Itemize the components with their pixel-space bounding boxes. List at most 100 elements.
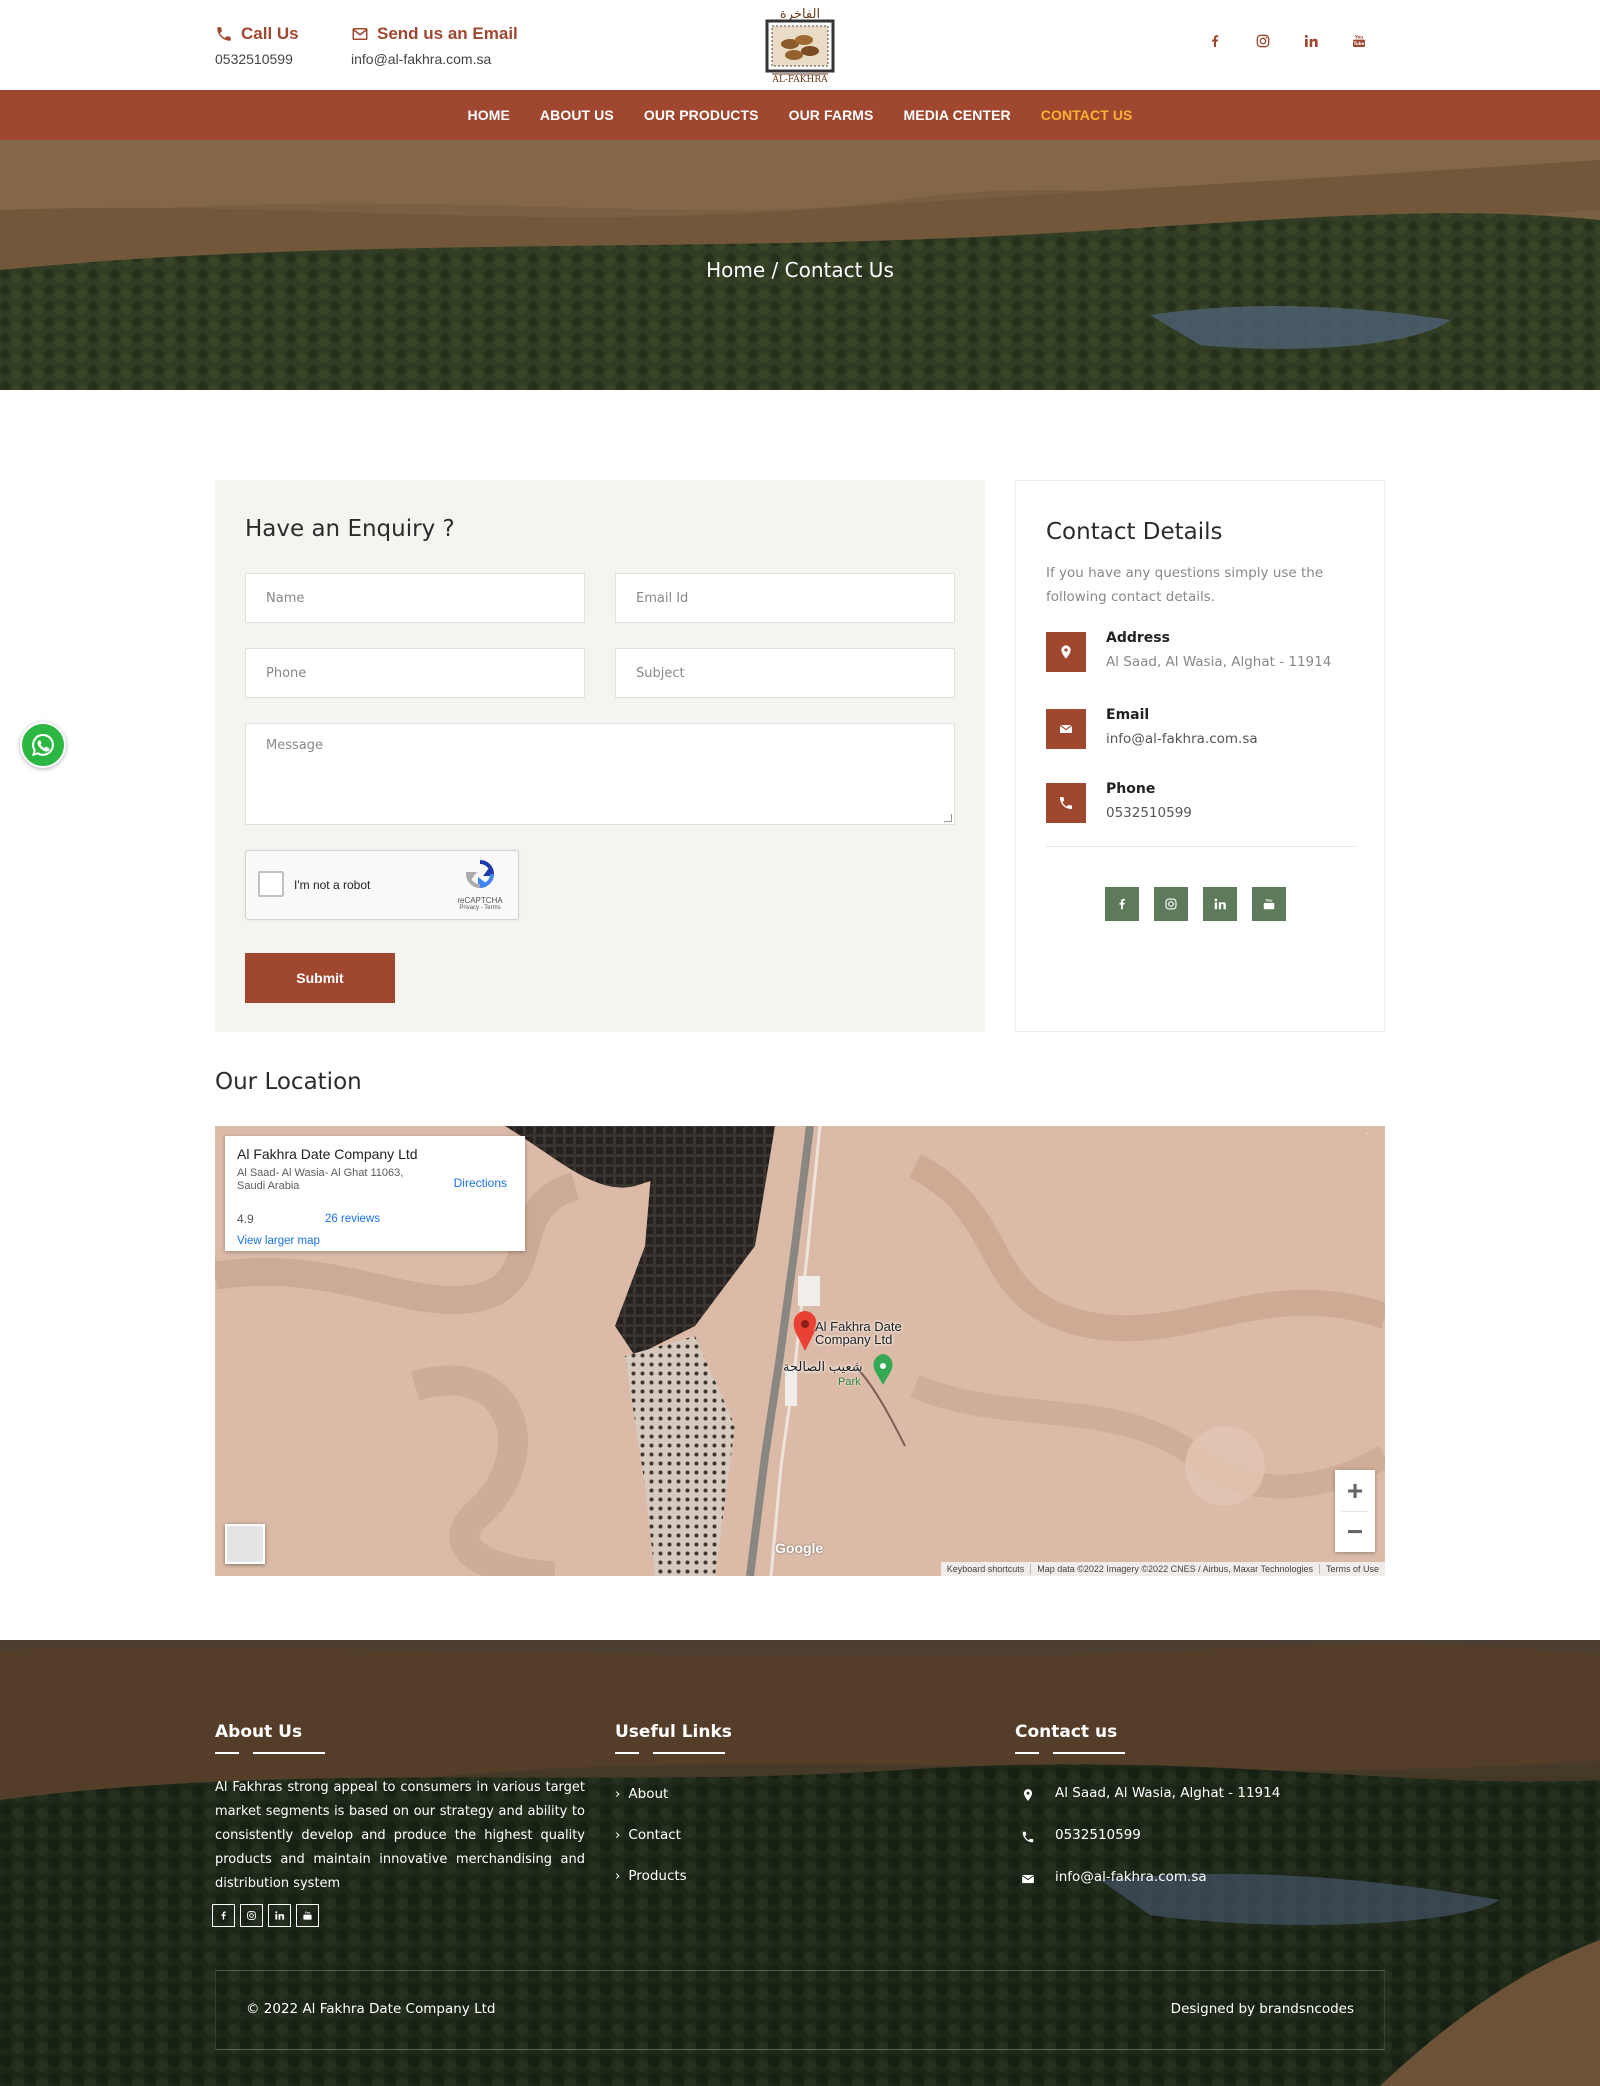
map-attribution: Keyboard shortcuts Map data ©2022 Imager… (940, 1562, 1385, 1576)
nav-our-farms[interactable]: OUR FARMS (789, 107, 874, 123)
place-address: Al Saad- Al Wasia- Al Ghat 11063, Saudi … (237, 1167, 404, 1192)
message-placeholder: Message (266, 738, 323, 753)
directions-link[interactable]: Directions (454, 1176, 507, 1190)
footer-contact: Contact us (1015, 1722, 1125, 1754)
email-value[interactable]: info@al-fakhra.com.sa (1106, 731, 1258, 747)
footer-email[interactable]: info@al-fakhra.com.sa (1015, 1868, 1375, 1892)
map-pin-icon (1046, 632, 1086, 672)
instagram-icon[interactable] (1252, 30, 1274, 52)
nav-home[interactable]: HOME (468, 107, 510, 123)
nav-media-center[interactable]: MEDIA CENTER (904, 107, 1011, 123)
view-larger-map-link[interactable]: View larger map (237, 1235, 320, 1247)
map-pin-label[interactable]: Al Fakhra Date Company Ltd (815, 1320, 902, 1346)
map-place-card: Al Fakhra Date Company Ltd Al Saad- Al W… (225, 1136, 525, 1251)
recaptcha-checkbox[interactable] (258, 871, 284, 897)
footer-about-text: Al Fakhras strong appeal to consumers in… (215, 1780, 585, 1891)
map-data-text: Map data ©2022 Imagery ©2022 CNES / Airb… (1030, 1564, 1319, 1574)
phone-icon (217, 27, 231, 41)
recaptcha-brand: reCAPTCHA (457, 896, 503, 905)
linkedin-icon[interactable] (1203, 887, 1237, 921)
footer-link-contact[interactable]: › Contact (615, 1827, 681, 1843)
footer-about-title: About Us (215, 1722, 303, 1742)
youtube-icon[interactable]: You (296, 1904, 319, 1927)
svg-text:.: . (1366, 1127, 1369, 1136)
designed-by-link[interactable]: Designed by brandsncodes (1171, 2001, 1354, 2017)
contact-details-intro: If you have any questions simply use the… (1046, 565, 1324, 605)
facebook-icon[interactable] (212, 1904, 235, 1927)
message-textarea[interactable]: Message (245, 723, 955, 825)
email-item: Email info@al-fakhra.com.sa (1046, 707, 1366, 751)
resize-handle-icon[interactable] (944, 814, 952, 822)
nav-about-us[interactable]: ABOUT US (540, 107, 614, 123)
subject-input[interactable]: Subject (615, 648, 955, 698)
contact-social: You (1105, 887, 1286, 921)
footer-link-products[interactable]: › Products (615, 1868, 687, 1884)
envelope-icon (352, 28, 368, 40)
footer-phone[interactable]: 0532510599 (1015, 1826, 1375, 1850)
place-rating: 4.9 (237, 1212, 254, 1226)
email-address[interactable]: info@al-fakhra.com.sa (351, 51, 518, 67)
whatsapp-icon (32, 733, 54, 756)
header-social: Tube You (1204, 30, 1370, 52)
zoom-in-button[interactable]: + (1335, 1470, 1375, 1511)
main-navigation: HOME ABOUT US OUR PRODUCTS OUR FARMS MED… (0, 90, 1600, 140)
map-type-toggle[interactable] (225, 1524, 265, 1564)
nav-our-products[interactable]: OUR PRODUCTS (644, 107, 759, 123)
phone-input[interactable]: Phone (245, 648, 585, 698)
brand-logo[interactable]: الفاخرة AL-FAKHRA (764, 4, 836, 86)
linkedin-icon[interactable] (268, 1904, 291, 1927)
recaptcha-widget: I'm not a robot reCAPTCHA Privacy - Term… (245, 850, 519, 920)
youtube-icon[interactable]: Tube You (1348, 30, 1370, 52)
footer-address: Al Saad, Al Wasia, Alghat - 11914 (1015, 1784, 1375, 1808)
breadcrumb: Home / Contact Us (706, 258, 894, 282)
footer-links-title: Useful Links (615, 1722, 732, 1742)
recaptcha-privacy-terms[interactable]: Privacy - Terms (452, 905, 508, 911)
call-number[interactable]: 0532510599 (215, 51, 299, 67)
call-block[interactable]: Call Us 0532510599 (215, 24, 299, 67)
zoom-out-button[interactable]: − (1335, 1511, 1375, 1552)
instagram-icon[interactable] (1154, 887, 1188, 921)
footer-bottom-bar: © 2022 Al Fakhra Date Company Ltd Design… (215, 1970, 1385, 2050)
terms-of-use-link[interactable]: Terms of Use (1318, 1564, 1385, 1574)
enquiry-form: Have an Enquiry ? Name Email Id Phone Su… (215, 480, 985, 1032)
email-title: Send us an Email (377, 24, 518, 43)
footer-links: Useful Links (615, 1722, 732, 1754)
linkedin-icon[interactable] (1300, 30, 1322, 52)
whatsapp-button[interactable] (20, 722, 66, 768)
site-footer: About Us Al Fakhras strong appeal to con… (0, 1640, 1600, 2086)
name-input[interactable]: Name (245, 573, 585, 623)
footer-contact-title: Contact us (1015, 1722, 1118, 1742)
footer-link-about[interactable]: › About (615, 1786, 668, 1802)
logo-english-text: AL-FAKHRA (771, 75, 828, 85)
envelope-icon (1046, 709, 1086, 749)
footer-social: You (212, 1904, 319, 1927)
hero-banner: Home / Contact Us (0, 140, 1600, 390)
map-pin-icon (1023, 1789, 1033, 1801)
reviews-link[interactable]: 26 reviews (325, 1213, 380, 1225)
email-input[interactable]: Email Id (615, 573, 955, 623)
facebook-icon[interactable] (1105, 887, 1139, 921)
submit-button[interactable]: Submit (245, 953, 395, 1003)
address-value: Al Saad, Al Wasia, Alghat - 11914 (1106, 654, 1332, 670)
youtube-icon[interactable]: You (1252, 887, 1286, 921)
svg-text:You: You (304, 1911, 311, 1915)
email-block[interactable]: Send us an Email info@al-fakhra.com.sa (351, 24, 518, 67)
keyboard-shortcuts-link[interactable]: Keyboard shortcuts (941, 1564, 1031, 1574)
google-map[interactable]: . Al Fakhra Date Company Ltd شعيب الصالح… (215, 1126, 1385, 1576)
phone-icon (1046, 783, 1086, 823)
address-item: Address Al Saad, Al Wasia, Alghat - 1191… (1046, 630, 1366, 674)
phone-value[interactable]: 0532510599 (1106, 805, 1192, 821)
nav-contact-us[interactable]: CONTACT US (1041, 107, 1133, 123)
facebook-icon[interactable] (1204, 30, 1226, 52)
phone-icon (1022, 1831, 1034, 1843)
footer-about: About Us (215, 1722, 325, 1754)
enquiry-title: Have an Enquiry ? (245, 516, 455, 542)
contact-details-title: Contact Details (1046, 519, 1223, 545)
contact-details-panel: Contact Details If you have any question… (1015, 480, 1385, 1032)
map-park-label: Park (838, 1376, 861, 1388)
recaptcha-label: I'm not a robot (294, 878, 371, 892)
top-header: Call Us 0532510599 Send us an Email info… (0, 0, 1600, 90)
instagram-icon[interactable] (240, 1904, 263, 1927)
svg-text:Tube: Tube (1354, 41, 1365, 46)
email-title: Email (1106, 707, 1150, 723)
